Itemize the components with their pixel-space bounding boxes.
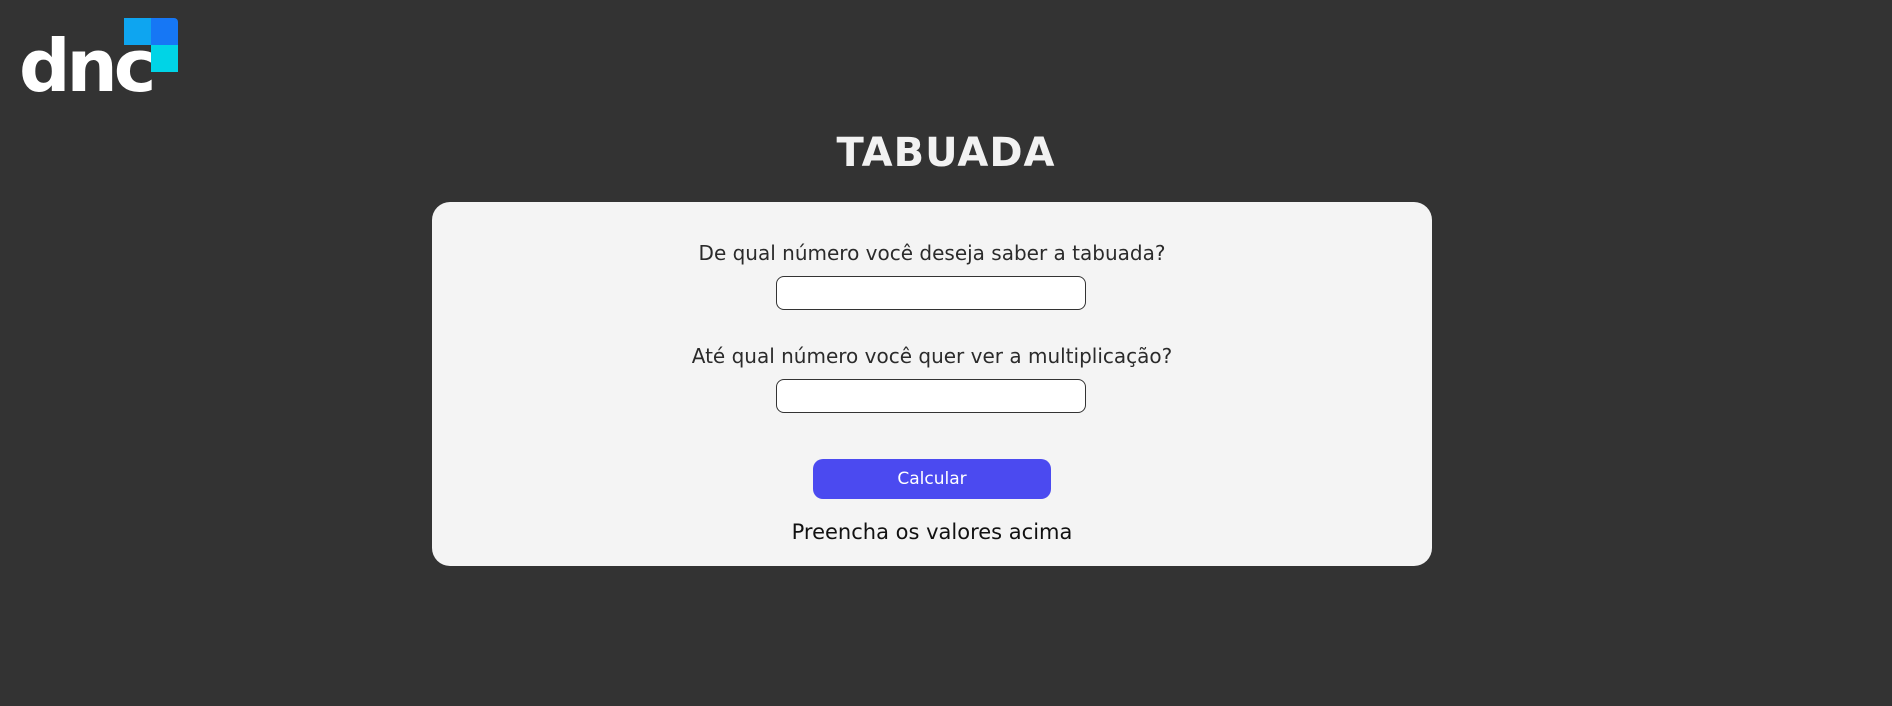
logo-square-light-blue: [124, 18, 151, 45]
logo-square-blue: [151, 18, 178, 45]
logo-square-cyan: [151, 45, 178, 72]
number-label: De qual número você deseja saber a tabua…: [698, 241, 1166, 265]
calculate-button[interactable]: Calcular: [813, 459, 1051, 499]
logo-squares-icon: [124, 18, 178, 72]
result-message: Preencha os valores acima: [791, 520, 1073, 544]
tabuada-form-card: De qual número você deseja saber a tabua…: [432, 202, 1432, 566]
limit-input[interactable]: [776, 379, 1086, 413]
limit-label: Até qual número você quer ver a multipli…: [691, 344, 1173, 368]
page: dnc TABUADA De qual número você deseja s…: [0, 0, 1892, 706]
dnc-logo[interactable]: dnc: [19, 18, 179, 106]
page-title: TABUADA: [836, 130, 1056, 176]
number-input[interactable]: [776, 276, 1086, 310]
